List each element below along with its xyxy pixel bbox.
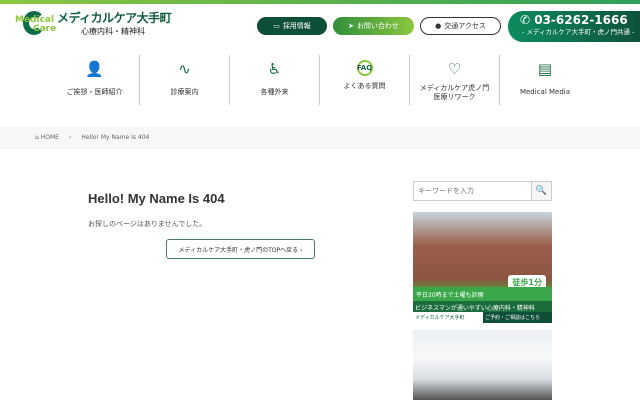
nav-services[interactable]: ∿ 診療案内 bbox=[140, 55, 230, 105]
clinic-banner[interactable]: 徒歩1分 平日20時まで土曜も診療 ビジネスマンが通いやすい心療内科・精神科 メ… bbox=[413, 212, 552, 323]
nav-label: ご挨拶・医師紹介 bbox=[66, 88, 123, 96]
banner-tag: 平日20時まで土曜も診療 bbox=[413, 287, 552, 301]
search-input[interactable] bbox=[413, 181, 532, 201]
search-button[interactable]: 🔍 bbox=[531, 181, 552, 201]
logo-text-2: Care bbox=[33, 24, 57, 34]
banner-logo: メディカルケア大手町 bbox=[415, 315, 465, 321]
doctor-icon: 👤 bbox=[85, 60, 104, 78]
breadcrumb: ⌂ HOME › Hello! My Name Is 404 bbox=[35, 134, 149, 141]
map-pin-icon: ● bbox=[435, 22, 442, 30]
nav-medical-media[interactable]: ▤ Medical Media bbox=[500, 55, 590, 105]
breadcrumb-separator: › bbox=[68, 134, 72, 141]
phone-note: - メディカルケア大手町・虎ノ門共通 - bbox=[522, 28, 635, 36]
nav-label: 各種外来 bbox=[260, 88, 289, 96]
contact-button[interactable]: ➤ お問い合わせ bbox=[333, 17, 414, 35]
banner-tagline: ビジネスマンが通いやすい心療内科・精神科 bbox=[413, 301, 552, 312]
faq-icon: FAQ bbox=[356, 60, 373, 76]
heart-icon: ♡ bbox=[447, 60, 462, 78]
nav-faq[interactable]: FAQ よくある質問 bbox=[320, 55, 410, 105]
phone-icon: ✆ bbox=[520, 13, 535, 27]
recruit-icon: ▭ bbox=[273, 22, 280, 30]
clinic-subtitle: 心療内科・精神科 bbox=[81, 27, 145, 36]
access-button[interactable]: ● 交通アクセス bbox=[420, 17, 501, 35]
nav-label: よくある質問 bbox=[343, 82, 386, 90]
banner-cta: ご予約・ご相談はこちら bbox=[483, 312, 552, 323]
patient-icon: ♿ bbox=[267, 60, 282, 78]
site-logo[interactable]: Medical Care メディカルケア大手町心療内科・精神科 bbox=[15, 9, 172, 37]
page-title: Hello! My Name Is 404 bbox=[88, 191, 225, 206]
search-icon: 🔍 bbox=[535, 186, 548, 196]
contact-label: お問い合わせ bbox=[356, 22, 399, 30]
nav-label: 診療案内 bbox=[170, 88, 199, 96]
nav-outpatient[interactable]: ♿ 各種外来 bbox=[230, 55, 320, 105]
nav-rework[interactable]: ♡ メディカルケア虎ノ門 医療リワーク bbox=[410, 55, 500, 105]
phone-number: 03-6262-1666 bbox=[534, 13, 628, 27]
phone-button[interactable]: ✆ 03-6262-1666- メディカルケア大手町・虎ノ門共通 - bbox=[508, 11, 640, 42]
recruit-label: 採用情報 bbox=[282, 22, 311, 30]
back-to-top-button[interactable]: メディカルケア大手町・虎ノ門のTOPへ戻る › bbox=[166, 239, 315, 259]
clinic-name: メディカルケア大手町 bbox=[57, 11, 172, 25]
access-label: 交通アクセス bbox=[444, 22, 486, 30]
document-icon: ▤ bbox=[537, 60, 553, 78]
send-icon: ➤ bbox=[348, 22, 354, 30]
logo-mark: Medical Care bbox=[15, 9, 57, 37]
top-accent-bar bbox=[0, 0, 640, 4]
nav-greeting[interactable]: 👤 ご挨拶・医師紹介 bbox=[50, 55, 140, 105]
recruit-button[interactable]: ▭ 採用情報 bbox=[257, 17, 327, 35]
nav-label: Medical Media bbox=[519, 88, 571, 96]
stethoscope-icon: ∿ bbox=[178, 60, 191, 78]
breadcrumb-home[interactable]: ⌂ HOME bbox=[35, 134, 59, 141]
nav-label: メディカルケア虎ノ門 医療リワーク bbox=[419, 84, 490, 101]
not-found-message: お探しのページはありませんでした。 bbox=[88, 220, 207, 228]
home-label: HOME bbox=[40, 134, 59, 141]
office-banner[interactable] bbox=[413, 330, 552, 400]
main-nav: 👤 ご挨拶・医師紹介 ∿ 診療案内 ♿ 各種外来 FAQ よくある質問 ♡ メディカルケア… bbox=[50, 55, 590, 105]
breadcrumb-current: Hello! My Name Is 404 bbox=[81, 134, 150, 141]
